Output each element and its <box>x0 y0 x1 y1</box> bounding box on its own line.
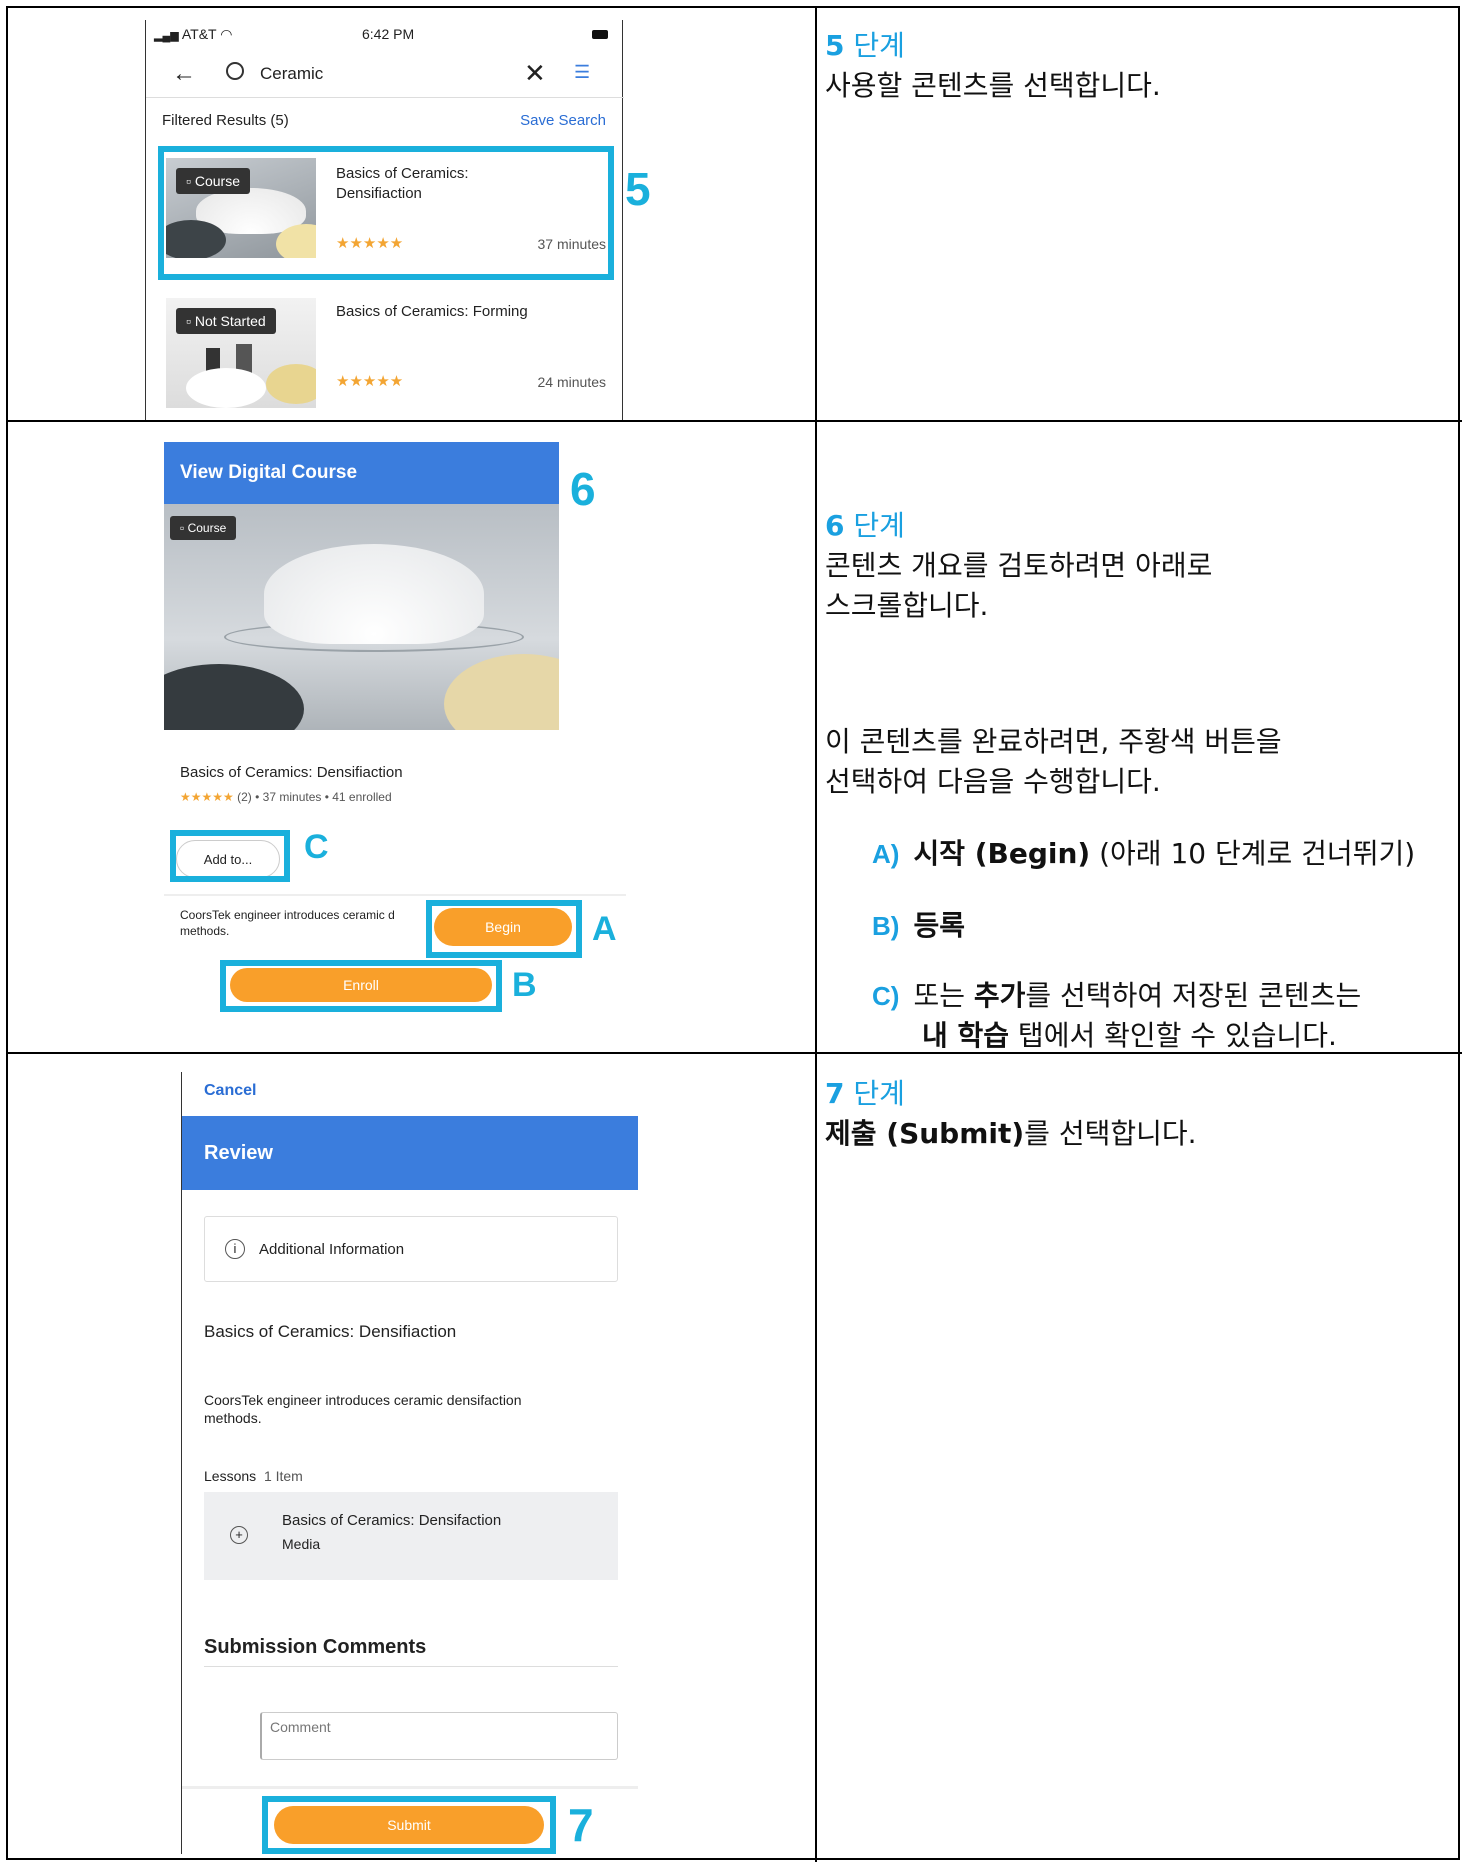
zoom-in-icon: + <box>230 1526 248 1544</box>
course-description-line1: CoorsTek engineer introduces ceramic den… <box>204 1392 522 1408</box>
signal-icon: ▂▄▆ <box>154 30 179 42</box>
filtered-results-label: Filtered Results (5) <box>162 112 289 129</box>
save-search-link[interactable]: Save Search <box>520 112 606 129</box>
step-marker-5: 5 <box>625 163 651 215</box>
rating-stars: ★★★★★ <box>180 790 234 804</box>
option-b: B) 등록 <box>872 909 965 942</box>
step-7-description: 제출 (Submit)를 선택합니다. <box>825 1117 1197 1150</box>
course-title: Basics of Ceramics: Densifiaction <box>204 1322 457 1341</box>
marker-a: A <box>592 910 617 948</box>
step-marker-6: 6 <box>570 463 596 515</box>
marker-b: B <box>512 966 537 1004</box>
course-description-line2: methods. <box>180 924 230 938</box>
row-divider <box>8 420 1462 422</box>
course-meta: ★★★★★ (2) • 37 minutes • 41 enrolled <box>180 790 392 804</box>
bottom-bar-divider <box>182 1786 638 1789</box>
highlight-box-5 <box>158 146 614 280</box>
carrier-label: AT&T <box>181 26 217 42</box>
back-arrow-icon[interactable]: ← <box>172 60 196 88</box>
page-title: Review <box>204 1142 273 1164</box>
highlight-box-7 <box>262 1796 556 1854</box>
search-input[interactable]: Ceramic <box>260 64 323 84</box>
option-a: A) 시작 (Begin) (아래 10 단계로 건너뛰기) <box>872 837 1416 870</box>
step-5-text: 5 단계 사용할 콘텐츠를 선택합니다. <box>825 26 1161 106</box>
clear-search-icon[interactable]: ✕ <box>524 58 546 89</box>
view-course-header: View Digital Course <box>164 442 559 504</box>
info-icon: i <box>225 1239 245 1259</box>
option-c-line2: 내 학습 탭에서 확인할 수 있습니다. <box>922 1019 1337 1052</box>
lessons-label: Lessons 1 Item <box>204 1468 303 1484</box>
status-badge: ▫ Not Started <box>176 308 276 334</box>
step-5-description: 사용할 콘텐츠를 선택합니다. <box>825 69 1161 102</box>
lesson-type: Media <box>282 1536 321 1552</box>
course-title: Basics of Ceramics: Densifiaction <box>180 764 403 781</box>
course-card[interactable]: ▫ Not Started Basics of Ceramics: Formin… <box>166 298 606 410</box>
step-marker-7: 7 <box>568 1799 594 1851</box>
marker-c: C <box>304 828 329 866</box>
step-7-text: 7 단계 제출 (Submit)를 선택합니다. <box>825 1074 1197 1154</box>
highlight-box-a <box>426 900 582 958</box>
status-bar: ▂▄▆ AT&T ◠ 6:42 PM <box>154 26 614 46</box>
review-header: Review <box>182 1116 638 1190</box>
option-c: C) 또는 추가를 선택하여 저장된 콘텐츠는 <box>872 979 1362 1012</box>
course-title: Basics of Ceramics: Forming <box>336 303 528 320</box>
lesson-item[interactable]: + Basics of Ceramics: Densifaction Media <box>204 1492 618 1580</box>
course-badge: ▫ Course <box>170 516 237 540</box>
course-description-line1: CoorsTek engineer introduces ceramic d <box>180 908 395 922</box>
highlight-box-c <box>170 830 290 882</box>
submission-comments-title: Submission Comments <box>204 1636 427 1658</box>
additional-info-button[interactable]: i Additional Information <box>204 1216 618 1282</box>
step-6-text-2: 이 콘텐츠를 완료하려면, 주황색 버튼을 선택하여 다음을 수행합니다. <box>825 725 1282 798</box>
column-divider <box>815 8 817 1862</box>
course-description-line2: methods. <box>204 1410 262 1426</box>
wifi-icon: ◠ <box>220 26 233 42</box>
comment-input[interactable]: Comment <box>260 1712 618 1760</box>
search-results-screen: ▂▄▆ AT&T ◠ 6:42 PM ← Ceramic ✕ ☰ Filtere… <box>145 20 624 420</box>
step-6-text: 6 단계 콘텐츠 개요를 검토하려면 아래로 스크롤합니다. <box>825 509 1213 622</box>
additional-info-label: Additional Information <box>259 1241 405 1258</box>
battery-icon <box>592 30 608 39</box>
time-label: 6:42 PM <box>362 26 415 42</box>
course-duration: 24 minutes <box>537 374 606 390</box>
review-screen: Cancel Review i Additional Information B… <box>181 1072 638 1854</box>
course-type-icon: ▫ <box>180 521 188 535</box>
highlight-box-b <box>220 960 502 1012</box>
search-icon <box>226 62 244 80</box>
cancel-link[interactable]: Cancel <box>204 1082 256 1100</box>
course-type-icon: ▫ <box>186 313 195 329</box>
filter-icon[interactable]: ☰ <box>574 62 590 83</box>
lesson-title: Basics of Ceramics: Densifaction <box>282 1512 502 1529</box>
divider <box>204 1666 618 1667</box>
course-rating-stars: ★★★★★ <box>336 373 404 390</box>
page-title: View Digital Course <box>180 462 358 483</box>
search-bar: ← Ceramic ✕ ☰ <box>146 54 624 98</box>
